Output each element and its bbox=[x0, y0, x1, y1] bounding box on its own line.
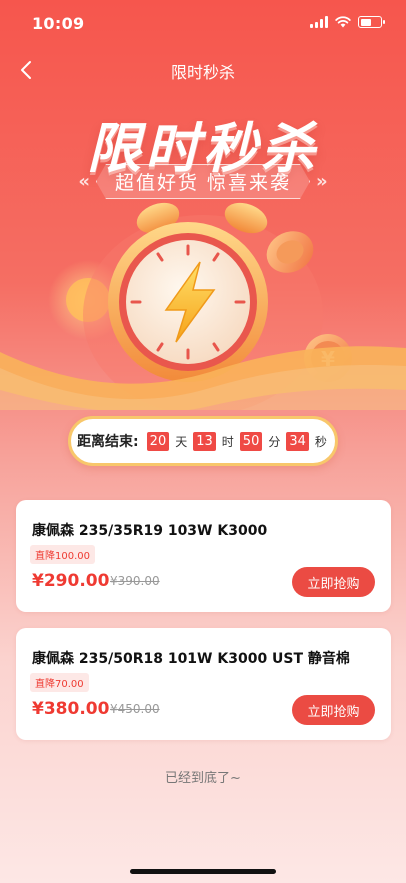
wifi-icon bbox=[335, 16, 351, 28]
countdown-timer: 距离结束: 20 天 13 时 50 分 34 秒 bbox=[68, 416, 338, 466]
signal-icon bbox=[310, 16, 328, 28]
countdown-seconds-unit: 秒 bbox=[314, 434, 327, 449]
battery-icon bbox=[358, 16, 385, 28]
banner-subtitle: 超值好货 惊喜来袭 bbox=[96, 164, 310, 199]
product-price: ¥290.00 bbox=[32, 571, 110, 591]
original-price: ¥450.00 bbox=[110, 702, 160, 716]
discount-badge: 直降100.00 bbox=[30, 545, 95, 564]
buy-now-button[interactable]: 立即抢购 bbox=[292, 567, 375, 597]
page-title: 限时秒杀 bbox=[170, 63, 235, 82]
countdown-label: 距离结束: bbox=[77, 434, 139, 450]
home-indicator bbox=[130, 869, 276, 874]
countdown-minutes-unit: 分 bbox=[268, 434, 281, 449]
countdown-days: 20 bbox=[146, 431, 170, 451]
buy-now-button[interactable]: 立即抢购 bbox=[292, 695, 375, 725]
countdown-hours: 13 bbox=[193, 431, 216, 451]
end-of-list-tip: 已经到底了~ bbox=[165, 771, 241, 786]
flash-sale-banner: ¥ 限时秒杀 « 超值好货 惊喜来袭 » bbox=[0, 90, 406, 410]
product-name: 康佩森 235/50R18 101W K3000 UST 静音棉 bbox=[32, 651, 350, 667]
countdown-hours-unit: 时 bbox=[221, 434, 234, 449]
double-chevron-left-icon: « bbox=[78, 171, 90, 192]
product-name: 康佩森 235/35R19 103W K3000 bbox=[32, 523, 268, 539]
countdown-minutes: 50 bbox=[239, 431, 263, 451]
product-card[interactable]: 康佩森 235/35R19 103W K3000 直降100.00 ¥290.0… bbox=[16, 500, 391, 612]
product-price: ¥380.00 bbox=[32, 699, 110, 719]
nav-bar: 限时秒杀 bbox=[0, 50, 406, 90]
original-price: ¥390.00 bbox=[110, 574, 160, 588]
discount-badge: 直降70.00 bbox=[30, 673, 89, 692]
countdown-days-unit: 天 bbox=[175, 434, 188, 449]
status-time: 10:09 bbox=[32, 14, 85, 33]
banner-subtitle-wrap: « 超值好货 惊喜来袭 » bbox=[0, 164, 406, 199]
status-bar: 10:09 bbox=[0, 0, 406, 50]
countdown-seconds: 34 bbox=[286, 431, 309, 451]
status-icons bbox=[310, 16, 385, 28]
product-card[interactable]: 康佩森 235/50R18 101W K3000 UST 静音棉 直降70.00… bbox=[16, 628, 391, 740]
double-chevron-right-icon: » bbox=[316, 171, 328, 192]
